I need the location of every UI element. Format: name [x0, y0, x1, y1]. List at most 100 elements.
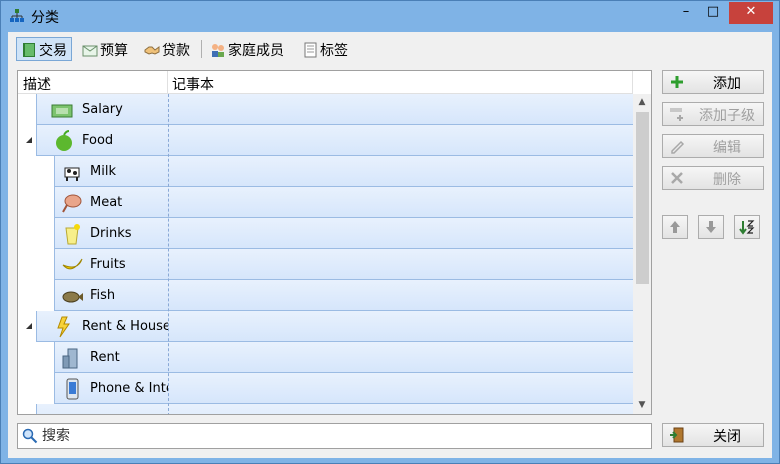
sort-az-icon: [739, 220, 755, 235]
tree-row-meat[interactable]: Meat: [18, 187, 633, 218]
column-divider[interactable]: [167, 71, 168, 94]
add-button[interactable]: 添加: [662, 70, 764, 94]
close-button-label: 关闭: [713, 429, 741, 445]
title-bar[interactable]: 分类 – □ ✕: [1, 1, 779, 31]
collapse-triangle-icon[interactable]: [25, 322, 33, 330]
row-label: Meat: [90, 195, 123, 210]
scroll-thumb[interactable]: [636, 112, 649, 284]
tree-row-fish[interactable]: Fish: [18, 280, 633, 311]
tab-loans[interactable]: 贷款: [140, 37, 194, 61]
scroll-up-arrow-icon[interactable]: ▲: [633, 94, 651, 111]
sort-az-button[interactable]: [734, 215, 760, 239]
row-label: Food: [82, 133, 114, 148]
lemonade-icon: [65, 224, 80, 245]
tree-row-fruits[interactable]: Fruits: [18, 249, 633, 280]
tree-row-rent[interactable]: Rent: [18, 342, 633, 373]
arrow-down-icon: [706, 221, 716, 233]
delete-button-label: 删除: [713, 172, 741, 188]
plus-icon: [671, 76, 683, 88]
move-down-button[interactable]: [698, 215, 724, 239]
ham-icon: [62, 194, 82, 213]
edit-button[interactable]: 编辑: [662, 134, 764, 158]
exit-door-icon: [670, 427, 684, 443]
apple-icon: [56, 130, 72, 151]
search-icon: [22, 428, 38, 444]
add-child-button-label: 添加子级: [699, 108, 755, 124]
fish-icon: [62, 291, 83, 303]
handshake-icon: [144, 46, 160, 55]
row-background: [54, 156, 633, 187]
search-input[interactable]: [40, 426, 640, 446]
tab-transactions[interactable]: 交易: [16, 37, 72, 61]
maximize-button[interactable]: □: [699, 2, 727, 24]
row-background: [36, 94, 633, 125]
grid-header: 描述 记事本: [18, 71, 633, 94]
lightning-icon: [57, 316, 70, 338]
column-header-notes[interactable]: 记事本: [172, 74, 214, 94]
tab-label: 交易: [39, 43, 67, 59]
categories-window: 分类 – □ ✕ 交易 预算 贷款 家庭成员 标签 描述 记事本 Salary …: [0, 0, 780, 464]
arrow-up-icon: [670, 221, 680, 233]
row-label: Milk: [90, 164, 116, 179]
vertical-scrollbar[interactable]: ▲ ▼: [633, 94, 651, 414]
tree-row-partial[interactable]: [18, 404, 633, 414]
add-child-icon: [670, 108, 683, 121]
move-up-button[interactable]: [662, 215, 688, 239]
edit-button-label: 编辑: [713, 140, 741, 156]
row-label: Rent & Household: [82, 319, 168, 334]
scroll-down-arrow-icon[interactable]: ▼: [633, 397, 651, 414]
tree-row-food[interactable]: Food: [18, 125, 633, 156]
tree-row-salary[interactable]: Salary: [18, 94, 633, 125]
row-background: [36, 125, 633, 156]
envelope-icon: [82, 45, 98, 57]
tab-budget[interactable]: 预算: [78, 37, 132, 61]
tab-family-members[interactable]: 家庭成员: [206, 37, 288, 61]
tree-row-milk[interactable]: Milk: [18, 156, 633, 187]
tree-row-drinks[interactable]: Drinks: [18, 218, 633, 249]
category-type-toolbar: 交易 预算 贷款 家庭成员 标签: [16, 37, 366, 61]
search-box[interactable]: [17, 423, 652, 449]
row-background: [54, 342, 633, 373]
pencil-icon: [671, 140, 685, 154]
ledger-book-icon: [23, 43, 35, 57]
tab-label: 预算: [100, 43, 128, 59]
column-header-description[interactable]: 描述: [23, 74, 51, 94]
row-background: [54, 280, 633, 311]
row-background: [54, 187, 633, 218]
tab-tags[interactable]: 标签: [298, 37, 352, 61]
collapse-triangle-icon[interactable]: [25, 136, 33, 144]
row-label: Fish: [90, 288, 116, 303]
minimize-button[interactable]: –: [673, 2, 699, 24]
row-background: [54, 249, 633, 280]
window-client: 交易 预算 贷款 家庭成员 标签 描述 记事本 Salary Food Milk…: [8, 32, 772, 458]
window-title: 分类: [31, 10, 59, 26]
banana-icon: [62, 258, 83, 270]
category-tree-grid[interactable]: 描述 记事本 Salary Food Milk Meat Drinks Frui…: [17, 70, 652, 415]
row-label: Fruits: [90, 257, 126, 272]
column-guide-line: [168, 94, 169, 414]
close-window-button[interactable]: ✕: [729, 2, 773, 24]
building-icon: [62, 348, 78, 369]
delete-x-icon: [671, 172, 683, 184]
notebook-icon: [304, 42, 317, 58]
toolbar-separator: [201, 40, 202, 58]
cow-icon: [64, 167, 80, 181]
row-label: Drinks: [90, 226, 132, 241]
category-tree-icon: [10, 9, 24, 22]
tab-label: 贷款: [162, 43, 190, 59]
money-icon: [51, 104, 73, 118]
delete-button[interactable]: 删除: [662, 166, 764, 190]
tree-row-rent-household[interactable]: Rent & Household: [18, 311, 633, 342]
row-label: Rent: [90, 350, 120, 365]
close-button[interactable]: 关闭: [662, 423, 764, 447]
row-label: Salary: [82, 102, 123, 117]
row-label: Phone & Internet: [90, 381, 168, 396]
row-background: [36, 404, 633, 414]
tab-label: 标签: [320, 43, 348, 59]
add-child-button[interactable]: 添加子级: [662, 102, 764, 126]
phone-icon: [66, 378, 79, 400]
tree-row-phone-internet[interactable]: Phone & Internet: [18, 373, 633, 404]
column-divider: [632, 71, 633, 94]
tree-rows: Salary Food Milk Meat Drinks Fruits Fish…: [18, 94, 633, 414]
add-button-label: 添加: [713, 76, 741, 92]
